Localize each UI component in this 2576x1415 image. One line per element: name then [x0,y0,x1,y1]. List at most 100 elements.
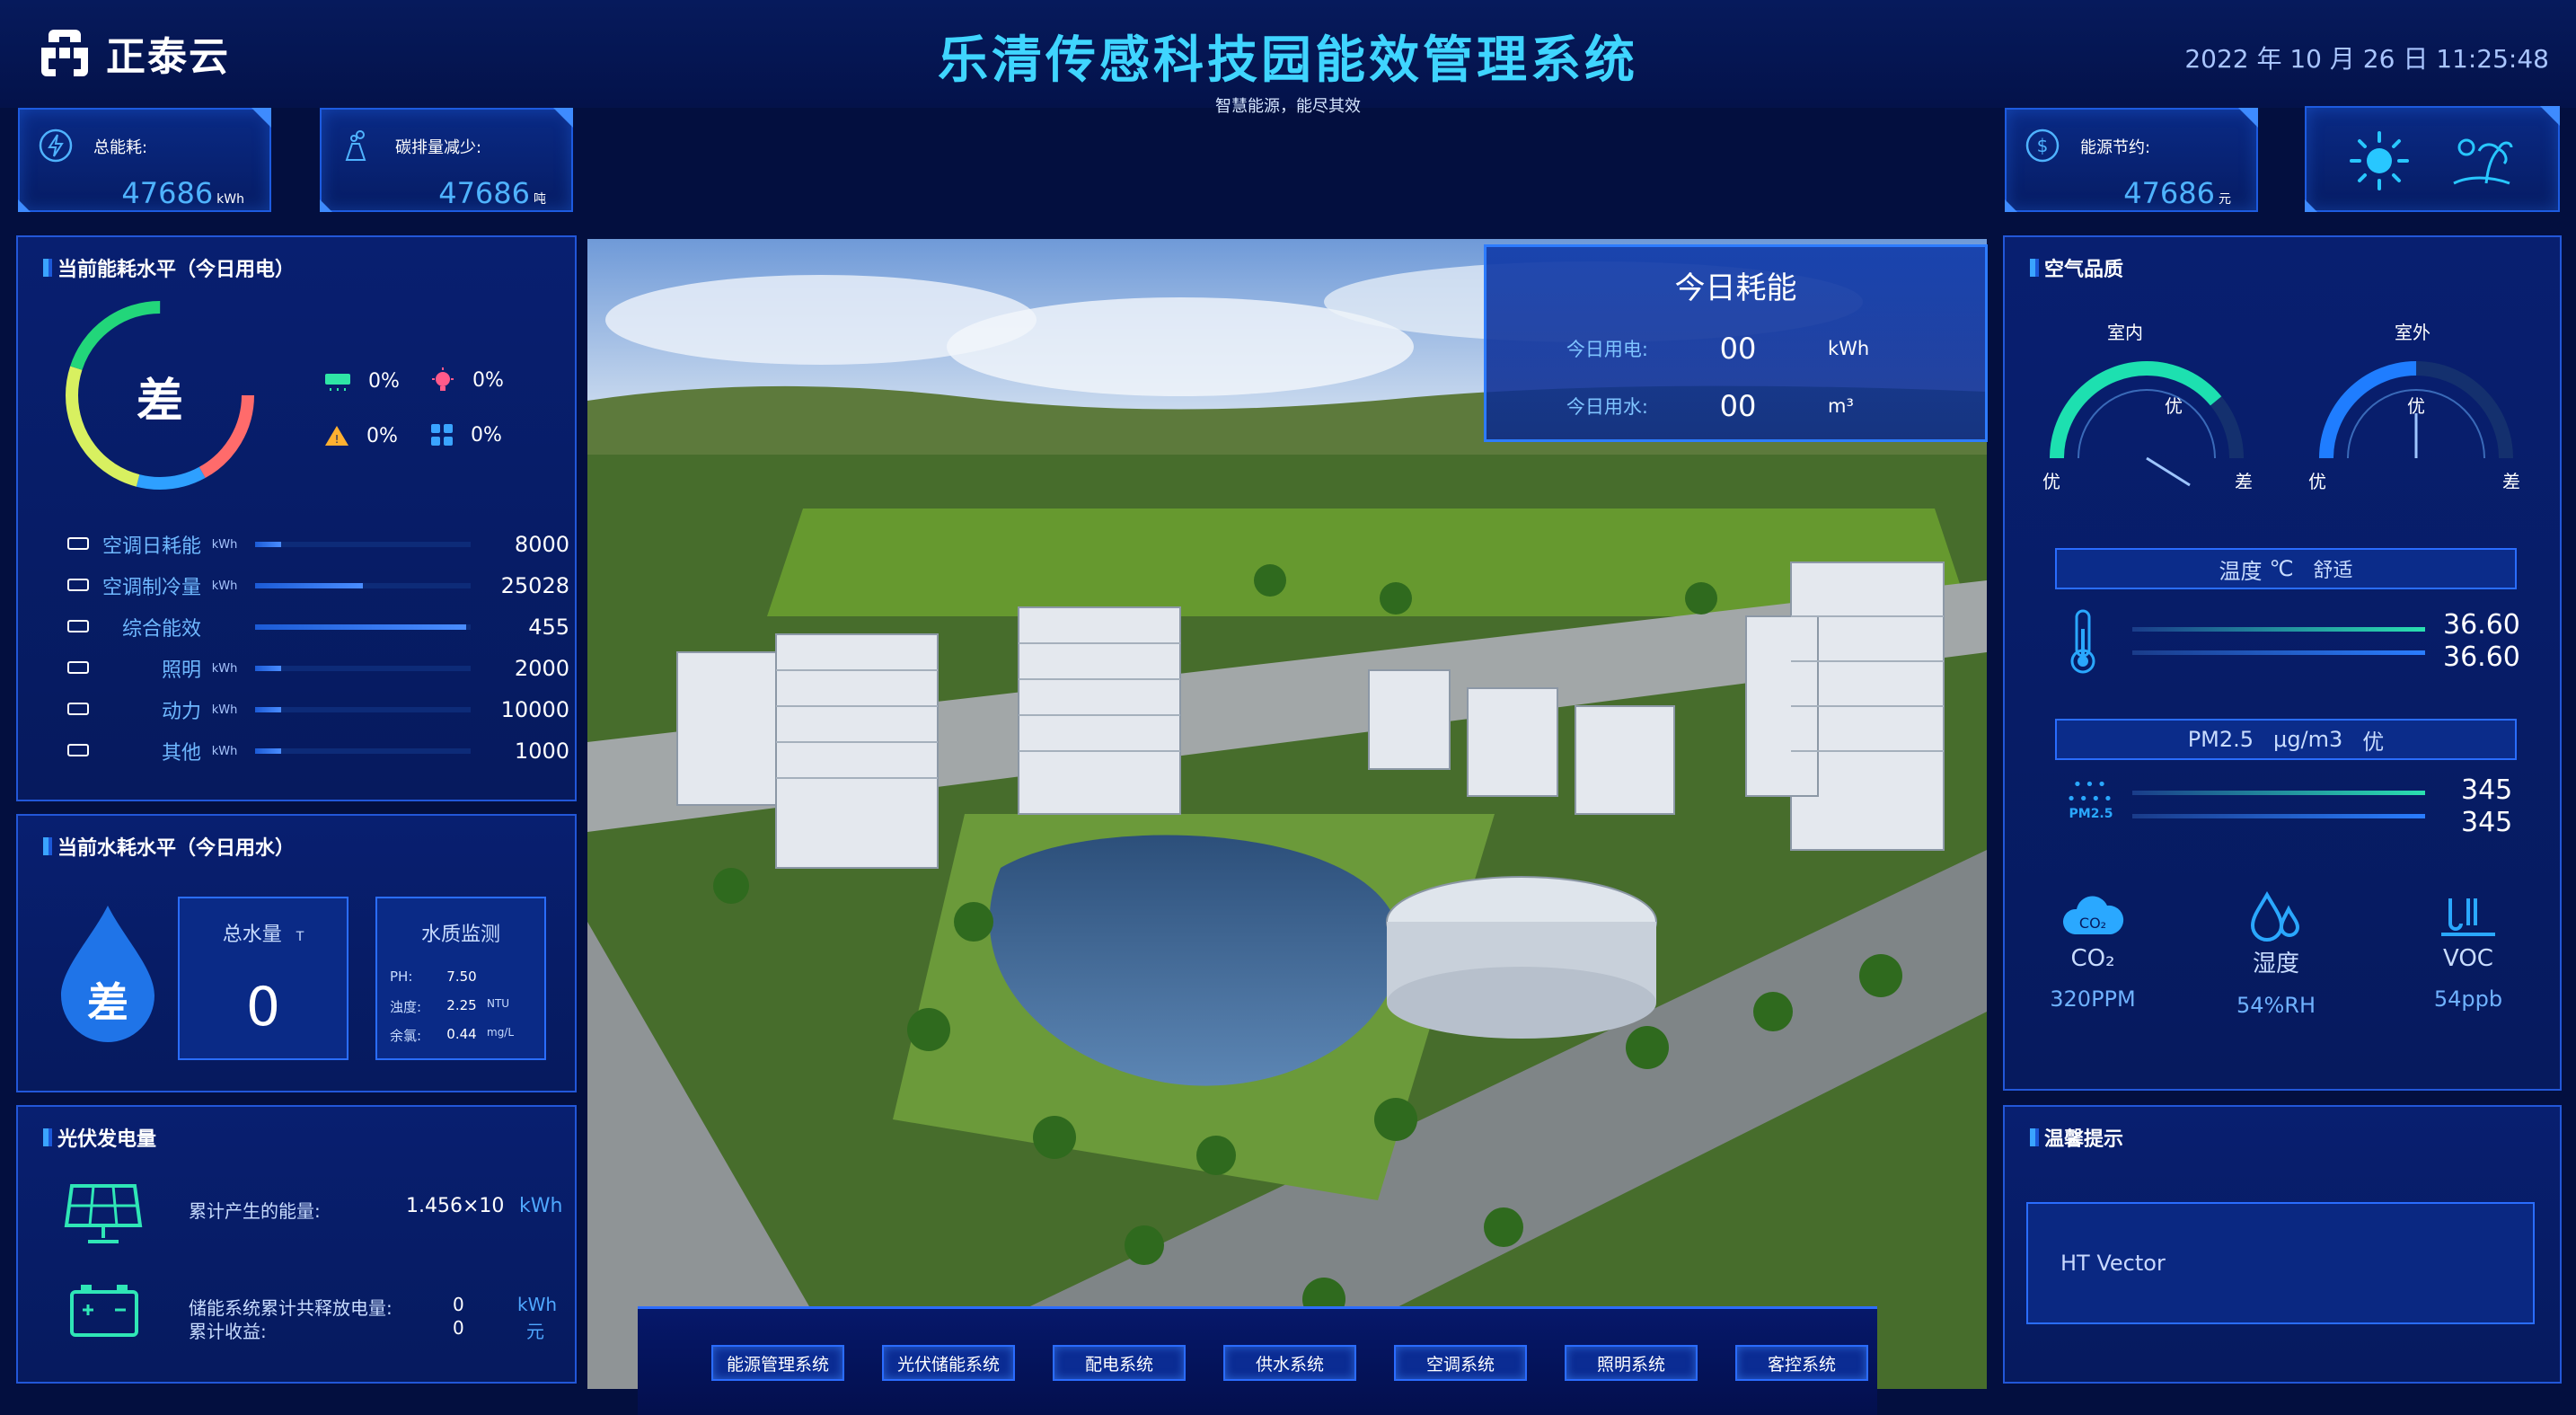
quality-unit: mg/L [487,1026,515,1039]
today-value: 00 [1719,332,1757,366]
nav-button[interactable]: 配电系统 [1053,1345,1186,1381]
energy-row: 综合能效 455 [63,609,584,645]
cooling-icon [63,576,93,596]
tip-text: HT Vector [2026,1202,2535,1324]
datetime: 2022 年 10 月 26 日 11:25:48 [2184,44,2549,74]
water-quality-row: 余氯: 0.44 mg/L [390,1026,534,1045]
energy-row-bar [255,583,471,588]
panel-title: 当前水耗水平（今日用水） [43,832,295,861]
energy-row: 其他 kWh 1000 [63,733,584,769]
today-unit: kWh [1828,338,1870,359]
legend-value: 0% [472,368,504,392]
today-label: 今日用电: [1566,339,1648,360]
ac-icon [325,373,350,391]
indoor-label: 室内 [2107,322,2143,343]
energy-row-unit: kWh [211,537,238,552]
voc-name: VOC [2443,945,2493,972]
kpi-value: 47686 元 [2123,176,2231,210]
energy-row-name: 其他 [161,742,201,765]
income-value: 0 [453,1317,464,1339]
co2-value: 320PPM [2050,986,2136,1012]
energy-row-name: 空调日耗能 [101,535,201,558]
legend-value: 0% [366,424,398,447]
energy-row-unit: kWh [211,703,238,717]
nav-button[interactable]: 照明系统 [1565,1345,1698,1381]
total-water-unit: T [296,930,304,944]
solar-panel-icon [64,1184,143,1243]
energy-row-value: 10000 [500,697,569,722]
system-nav-bar: 能源管理系统 光伏储能系统 配电系统 供水系统 空调系统 照明系统 客控系统 [638,1306,1877,1415]
humidity-icon [2250,890,2300,942]
panel-title: 当前能耗水平（今日用电） [43,253,295,282]
co2-icon: CO₂ [2062,896,2124,934]
humidity-item: 湿度 54%RH [2204,889,2348,1018]
energy-row-name: 综合能效 [121,618,201,641]
energy-row-bar [255,666,471,671]
pm25-value-2: 345 [2461,807,2513,838]
kpi-label: 碳排量减少: [395,138,482,157]
nav-button[interactable]: 能源管理系统 [711,1345,844,1381]
power-icon [63,700,93,720]
water-quality-row: 浊度: 2.25 NTU [390,997,534,1016]
temperature-band: 温度 ℃ 舒适 [2055,548,2517,589]
lightning-icon [39,128,73,163]
energy-row-unit: kWh [211,661,238,676]
income-label: 累计收益: [189,1321,267,1342]
water-quality-row: PH: 7.50 [390,968,534,985]
nav-button[interactable]: 供水系统 [1223,1345,1356,1381]
legend-light: 0% [429,367,504,394]
storage-unit: kWh [517,1294,558,1315]
water-quality-title: 水质监测 [420,924,500,946]
outdoor-max: 差 [2502,471,2520,492]
temperature-bar-1 [2132,627,2425,632]
humidity-name: 湿度 [2252,951,2299,977]
energy-row-bar [255,707,471,712]
quality-value: 2.25 [446,997,477,1013]
energy-grade: 差 [136,375,183,429]
energy-row-bar [255,748,471,754]
pm25-bar-2 [2132,814,2425,818]
other-icon [63,741,93,761]
indoor-grade: 优 [2165,395,2183,417]
cumulative-unit: kWh [519,1195,563,1217]
quality-value: 0.44 [446,1026,477,1042]
legend-value: 0% [368,370,400,393]
today-value: 00 [1719,389,1757,423]
power-icon: ! [325,426,348,446]
nav-button[interactable]: 光伏储能系统 [882,1345,1015,1381]
legend-power: ! 0% [323,424,398,447]
light-icon [432,367,454,391]
voc-icon [2441,898,2495,936]
pm25-band: PM2.5 μg/m3 优 [2055,719,2517,760]
ac-icon [63,535,93,554]
total-water-card: 总水量 T 0 [178,897,348,1060]
temperature-bar-2 [2132,650,2425,655]
legend-ac: 0% [323,370,400,393]
quality-name: 余氯: [390,1028,422,1044]
cumulative-label: 累计产生的能量: [189,1200,321,1222]
water-quality-card: 水质监测 PH: 7.50 浊度: 2.25 NTU 余氯: 0.44 mg/L [375,897,546,1060]
voc-value: 54ppb [2433,986,2503,1012]
today-energy-box: 今日耗能 今日用电: 00 kWh 今日用水: 00 m³ [1484,244,1988,442]
kpi-total-energy: 总能耗: 47686 kWh [18,108,271,212]
legend-value: 0% [471,423,502,447]
nav-button[interactable]: 客控系统 [1735,1345,1868,1381]
total-water-label: 总水量 [222,924,282,946]
energy-row-value: 1000 [514,738,569,764]
energy-row: 照明 kWh 2000 [63,650,584,686]
energy-panel: 当前能耗水平（今日用电） 差 0% 0% ! 0% 0% 空调日耗能 kWh 800… [16,235,577,801]
co2-name: CO₂ [2070,945,2115,972]
svg-text:$: $ [2037,135,2049,156]
today-row-water: 今日用水: 00 m³ [1486,389,1985,423]
pm25-value-1: 345 [2461,774,2513,806]
energy-row-value: 25028 [500,573,569,598]
panel-title: 温馨提示 [2030,1123,2123,1152]
energy-row-bar [255,542,471,547]
nav-button[interactable]: 空调系统 [1394,1345,1527,1381]
cumulative-value: 1.456×10 [406,1195,505,1217]
panel-title: 空气品质 [2030,253,2123,282]
temperature-title: 温度 [2219,558,2263,584]
pm25-bar-1 [2132,791,2425,795]
kpi-label: 总能耗: [93,138,148,157]
humidity-value: 54%RH [2236,993,2316,1018]
